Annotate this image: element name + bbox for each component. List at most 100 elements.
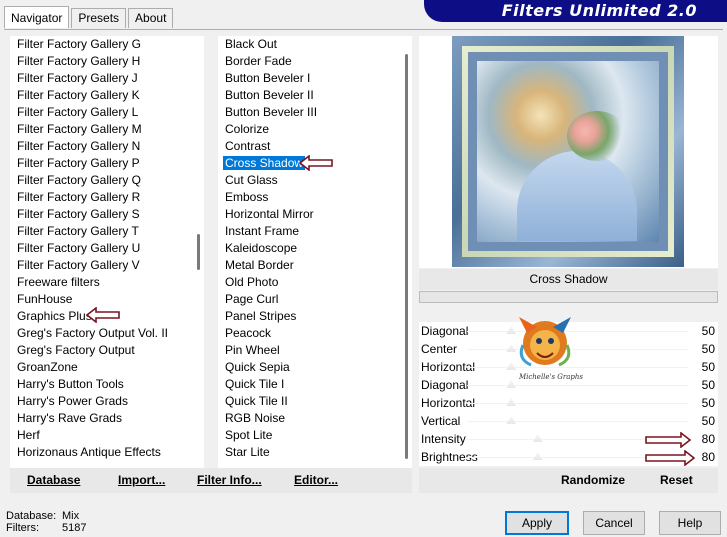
- filter-item-label: Contrast: [225, 139, 271, 153]
- category-item-label: Harry's Power Grads: [17, 394, 128, 408]
- category-item[interactable]: Filter Factory Gallery K: [17, 87, 204, 104]
- filter-item[interactable]: Quick Tile II: [225, 393, 412, 410]
- category-item[interactable]: Filter Factory Gallery N: [17, 138, 204, 155]
- filter-item[interactable]: Page Curl: [225, 291, 412, 308]
- tab-navigator[interactable]: Navigator: [4, 6, 70, 28]
- category-item[interactable]: GroanZone: [17, 359, 204, 376]
- category-item[interactable]: Filter Factory Gallery U: [17, 240, 204, 257]
- filter-item-label: Page Curl: [225, 292, 279, 306]
- slider-track[interactable]: [467, 385, 688, 386]
- filter-item[interactable]: Metal Border: [225, 257, 412, 274]
- filter-item[interactable]: Instant Frame: [225, 223, 412, 240]
- filter-item[interactable]: Border Fade: [225, 53, 412, 70]
- category-item[interactable]: Harry's Button Tools: [17, 376, 204, 393]
- category-list[interactable]: Filter Factory Gallery G Filter Factory G…: [10, 36, 204, 468]
- filter-list-scrollbar[interactable]: [405, 54, 408, 459]
- category-item[interactable]: Herf: [17, 427, 204, 444]
- help-button[interactable]: Help: [659, 511, 721, 535]
- apply-button[interactable]: Apply: [505, 511, 569, 535]
- category-item[interactable]: Filter Factory Gallery G: [17, 36, 204, 53]
- filter-item-label: Button Beveler II: [225, 88, 314, 102]
- reset-button[interactable]: Reset: [660, 473, 693, 487]
- filter-item-label: Cut Glass: [225, 173, 278, 187]
- category-item-label: Filter Factory Gallery V: [17, 258, 140, 272]
- category-item[interactable]: Filter Factory Gallery M: [17, 121, 204, 138]
- slider-value: 50: [701, 360, 715, 374]
- category-item[interactable]: Filter Factory Gallery S: [17, 206, 204, 223]
- category-item[interactable]: Filter Factory Gallery J: [17, 70, 204, 87]
- category-item[interactable]: Greg's Factory Output: [17, 342, 204, 359]
- filter-item-label: Old Photo: [225, 275, 279, 289]
- filter-item[interactable]: Star Lite: [225, 444, 412, 461]
- filter-item[interactable]: Emboss: [225, 189, 412, 206]
- slider-thumb[interactable]: [532, 452, 543, 460]
- filter-item[interactable]: Cut Glass: [225, 172, 412, 189]
- filter-item[interactable]: Kaleidoscope: [225, 240, 412, 257]
- filter-item[interactable]: Spot Lite: [225, 427, 412, 444]
- category-item[interactable]: Greg's Factory Output Vol. II: [17, 325, 204, 342]
- filter-item[interactable]: Contrast: [225, 138, 412, 155]
- category-item[interactable]: Harry's Rave Grads: [17, 410, 204, 427]
- filter-item-label: Cross Shadow: [223, 156, 306, 170]
- filter-item[interactable]: Colorize: [225, 121, 412, 138]
- filter-item[interactable]: Horizontal Mirror: [225, 206, 412, 223]
- category-item[interactable]: Freeware filters: [17, 274, 204, 291]
- database-button[interactable]: Database: [27, 473, 80, 487]
- tab-presets[interactable]: Presets: [71, 8, 127, 28]
- filter-list[interactable]: Black Out Border Fade Button Beveler I Butt…: [218, 36, 412, 468]
- slider-value: 80: [701, 432, 715, 446]
- filter-item[interactable]: Quick Sepia: [225, 359, 412, 376]
- category-item-label: Horizonaus Antique Effects: [17, 445, 161, 459]
- slider-value: 50: [701, 324, 715, 338]
- filter-item[interactable]: Black Out: [225, 36, 412, 53]
- randomize-button[interactable]: Randomize: [561, 473, 625, 487]
- filter-item[interactable]: Button Beveler I: [225, 70, 412, 87]
- category-item[interactable]: Harry's Power Grads: [17, 393, 204, 410]
- tab-about[interactable]: About: [128, 8, 174, 28]
- slider-row: Horizontal 50: [419, 394, 718, 412]
- svg-text:Michelle's Graphs: Michelle's Graphs: [518, 373, 583, 381]
- filter-item[interactable]: Pin Wheel: [225, 342, 412, 359]
- filter-item[interactable]: Panel Stripes: [225, 308, 412, 325]
- slider-thumb[interactable]: [506, 416, 517, 424]
- category-item[interactable]: Filter Factory Gallery L: [17, 104, 204, 121]
- filters-status-value: 5187: [62, 522, 87, 534]
- editor-button[interactable]: Editor...: [294, 473, 338, 487]
- slider-thumb[interactable]: [532, 434, 543, 442]
- category-item-label: FunHouse: [17, 292, 73, 306]
- filter-item[interactable]: Peacock: [225, 325, 412, 342]
- category-item[interactable]: FunHouse: [17, 291, 204, 308]
- filter-item[interactable]: Button Beveler III: [225, 104, 412, 121]
- slider-label: Diagonal: [421, 324, 469, 338]
- slider-track[interactable]: [467, 421, 688, 422]
- category-item-label: Filter Factory Gallery T: [17, 224, 139, 238]
- category-list-scrollbar[interactable]: [197, 234, 200, 270]
- watermark-logo: Michelle's Graphs: [518, 317, 583, 381]
- filter-info-button[interactable]: Filter Info...: [197, 473, 262, 487]
- category-item[interactable]: Filter Factory Gallery H: [17, 53, 204, 70]
- filter-item-label: Quick Tile II: [225, 394, 288, 408]
- filter-item[interactable]: Button Beveler II: [225, 87, 412, 104]
- filter-item[interactable]: Quick Tile I: [225, 376, 412, 393]
- filter-item[interactable]: Old Photo: [225, 274, 412, 291]
- category-item[interactable]: Filter Factory Gallery T: [17, 223, 204, 240]
- category-item-label: Filter Factory Gallery U: [17, 241, 141, 255]
- category-item-label: Filter Factory Gallery R: [17, 190, 141, 204]
- import-button[interactable]: Import...: [118, 473, 165, 487]
- category-item-label: Herf: [17, 428, 40, 442]
- slider-track[interactable]: [467, 403, 688, 404]
- category-item[interactable]: Filter Factory Gallery V: [17, 257, 204, 274]
- category-item-label: Filter Factory Gallery Q: [17, 173, 142, 187]
- slider-thumb[interactable]: [506, 398, 517, 406]
- category-item[interactable]: Horizonaus Antique Effects: [17, 444, 204, 461]
- category-item[interactable]: Filter Factory Gallery R: [17, 189, 204, 206]
- preview-image: [452, 36, 684, 267]
- category-item[interactable]: Filter Factory Gallery P: [17, 155, 204, 172]
- filter-item[interactable]: RGB Noise: [225, 410, 412, 427]
- filter-item-label: Black Out: [225, 37, 278, 51]
- tab-bar: Navigator Presets About: [4, 6, 175, 28]
- category-item[interactable]: Filter Factory Gallery Q: [17, 172, 204, 189]
- effect-toolbar: Randomize Reset: [419, 468, 718, 493]
- cancel-button[interactable]: Cancel: [583, 511, 645, 535]
- category-item-label: Filter Factory Gallery J: [17, 71, 138, 85]
